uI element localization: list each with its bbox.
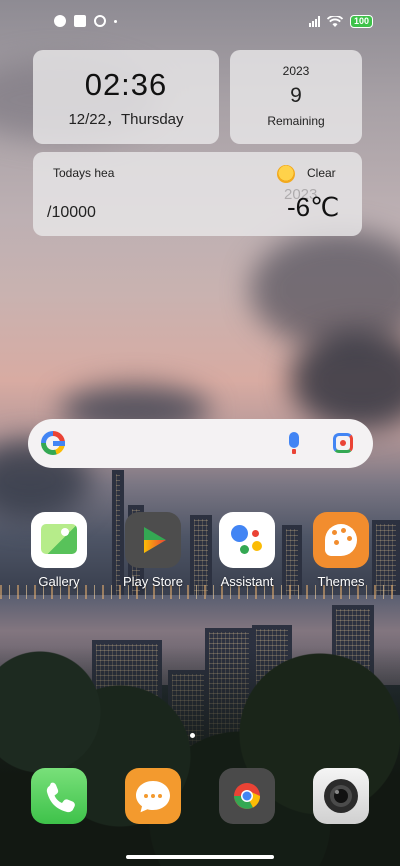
page-indicator	[190, 733, 195, 738]
home-gesture-bar[interactable]	[126, 855, 274, 859]
app-label: Play Store	[123, 574, 183, 589]
phone-icon[interactable]	[31, 768, 87, 824]
app-play-store[interactable]: Play Store	[113, 512, 193, 589]
gallery-icon	[31, 512, 87, 568]
clock-time: 02:36	[84, 67, 168, 102]
notification-ring-icon	[94, 15, 106, 27]
health-weather-widget[interactable]: Todays hea /10000 Clear 2023 -6℃	[33, 152, 362, 236]
app-label: Assistant	[220, 574, 274, 589]
battery-indicator: 100	[349, 15, 373, 28]
camera-icon[interactable]	[313, 768, 369, 824]
wifi-icon	[326, 15, 343, 27]
health-title: Todays hea	[53, 166, 115, 180]
app-label: Themes	[317, 574, 365, 589]
notification-square-icon	[74, 15, 86, 27]
temperature: -6℃	[287, 192, 340, 222]
year-label: 2023	[282, 64, 310, 78]
clock-widget[interactable]: 02:36 12/22，Thursday	[33, 50, 219, 144]
clock-date: 12/22，Thursday	[68, 111, 184, 128]
assistant-icon	[219, 512, 275, 568]
notification-app-icon	[54, 15, 66, 27]
microphone-icon[interactable]	[289, 432, 299, 454]
google-search-bar[interactable]	[28, 419, 373, 468]
year-remaining-widget[interactable]: 2023 9 Remaining	[230, 50, 362, 144]
remaining-label: Remaining	[267, 114, 325, 128]
app-themes[interactable]: Themes	[301, 512, 381, 589]
weather-condition: Clear	[307, 166, 336, 180]
steps-goal: /10000	[47, 204, 96, 221]
sun-icon	[277, 165, 295, 183]
signal-strength-icon	[308, 16, 320, 27]
app-gallery[interactable]: Gallery	[19, 512, 99, 589]
more-notifications-dot-icon	[114, 19, 117, 23]
remaining-count: 9	[290, 84, 302, 107]
chrome-icon[interactable]	[219, 768, 275, 824]
app-label: Gallery	[38, 574, 80, 589]
status-bar: 100	[0, 0, 400, 44]
app-assistant[interactable]: Assistant	[207, 512, 287, 589]
lens-camera-icon[interactable]	[333, 433, 353, 453]
play-store-icon	[125, 512, 181, 568]
messages-icon[interactable]	[125, 768, 181, 824]
themes-icon	[313, 512, 369, 568]
